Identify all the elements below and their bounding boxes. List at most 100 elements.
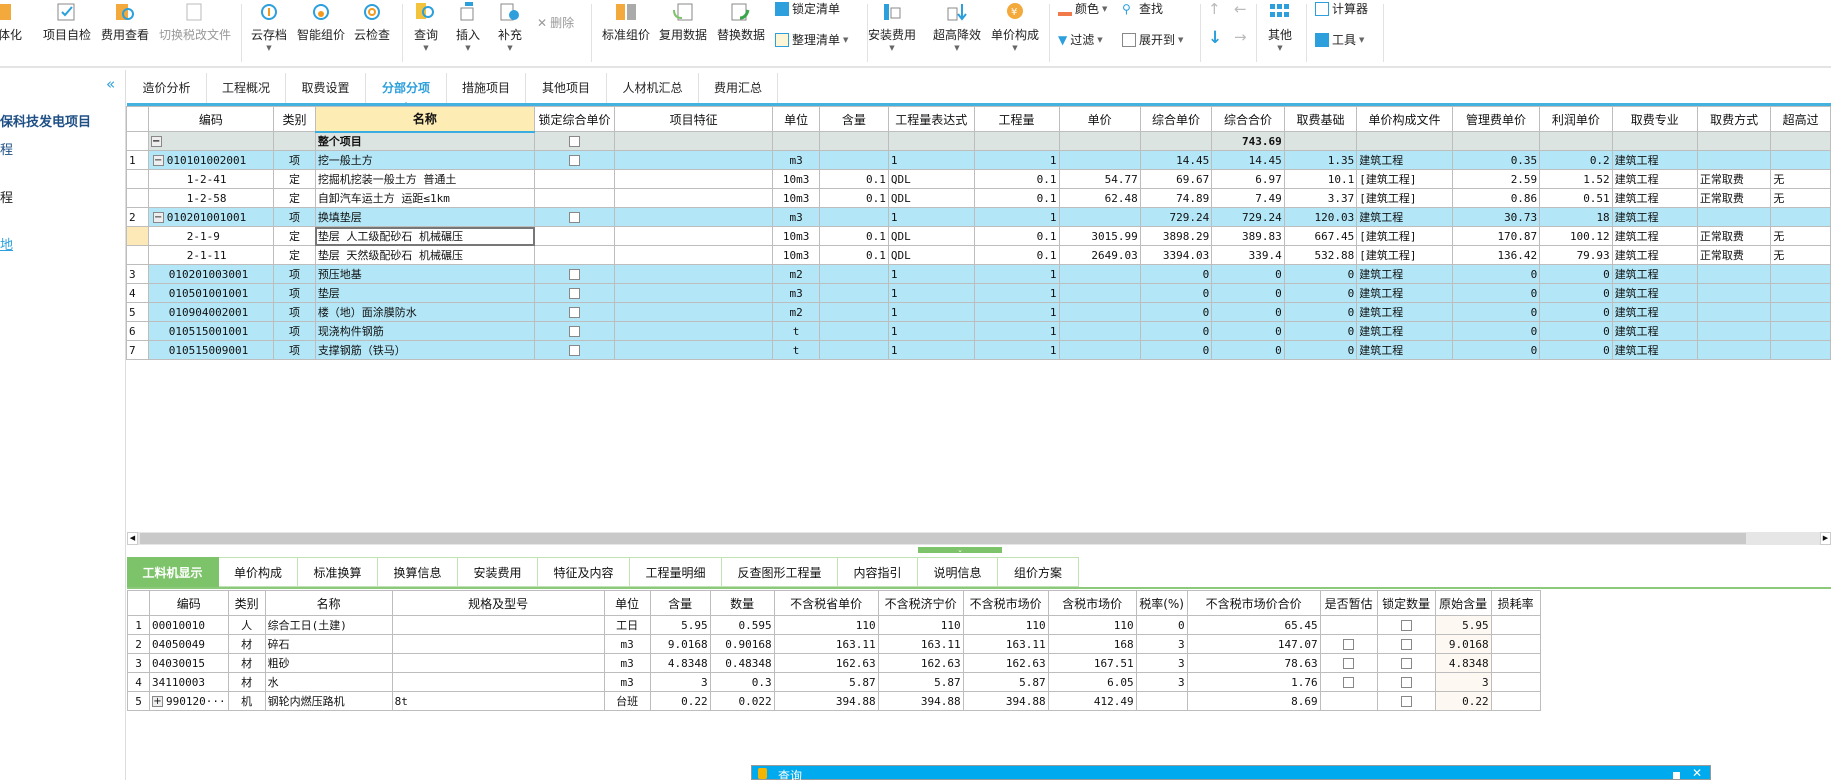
column-header[interactable]: 税率(%) — [1135, 590, 1188, 616]
smart-pricing-button[interactable]: 智能组价 — [297, 0, 345, 43]
column-header[interactable]: 工程量表达式 — [887, 106, 975, 132]
code-cell[interactable]: 010515009001 — [147, 340, 275, 360]
tab-unit-price-composition[interactable]: 单价构成 — [219, 557, 298, 587]
checkbox[interactable] — [1400, 620, 1412, 631]
table-row[interactable]: 2-1-11 定垫层 天然级配砂石 机械碾压 10m3 0.1 QDL 0.1 2649.0… — [126, 245, 1831, 265]
calculator-button[interactable]: 计算器 — [1315, 0, 1368, 17]
column-header[interactable]: 编码 — [149, 590, 229, 616]
cost-view-button[interactable]: 费用查看 — [101, 0, 149, 43]
column-header[interactable]: 单价构成文件 — [1356, 106, 1453, 132]
tab-labor-material-summary[interactable]: 人材机汇总 — [607, 73, 699, 103]
column-header[interactable]: 不含税市场价 — [962, 590, 1049, 616]
code-cell[interactable]: 00010010 — [149, 615, 229, 635]
checkbox[interactable] — [569, 155, 580, 166]
move-left-button[interactable]: ← — [1234, 0, 1247, 18]
project-check-button[interactable]: 项目自检 — [43, 0, 91, 43]
column-header[interactable]: 综合合价 — [1211, 106, 1285, 132]
tab-conversion-info[interactable]: 换算信息 — [378, 557, 458, 587]
code-cell[interactable]: −010201001001 — [147, 207, 275, 227]
provisional-cell[interactable] — [1319, 634, 1378, 654]
column-header[interactable]: 是否暂估 — [1319, 590, 1378, 616]
checkbox[interactable] — [569, 269, 580, 280]
lock-price-cell[interactable] — [534, 264, 615, 284]
tab-graphic-quantity[interactable]: 反查图形工程量 — [722, 557, 838, 587]
column-header[interactable]: 取费方式 — [1696, 106, 1772, 132]
table-row[interactable]: 7 010515009001 项支撑钢筋（铁马） t 1 1 0 0 0 建筑工程 0 0 建筑工程 — [126, 340, 1831, 360]
provisional-cell[interactable] — [1319, 653, 1378, 673]
tab-cost-summary[interactable]: 费用汇总 — [699, 73, 778, 103]
lock-qty-cell[interactable] — [1376, 691, 1436, 711]
code-cell[interactable]: −010101002001 — [147, 150, 275, 170]
name-cell[interactable]: 现浇构件钢筋 — [314, 321, 536, 341]
column-header[interactable]: 工程量 — [973, 106, 1060, 132]
tab-cost-analysis[interactable]: 造价分析 — [127, 73, 207, 103]
code-cell[interactable]: 010201003001 — [147, 264, 275, 284]
code-cell[interactable]: +990120··· — [149, 691, 229, 711]
name-cell[interactable]: 水 — [264, 672, 393, 692]
integrate-button[interactable]: 体化 — [0, 0, 22, 43]
name-cell[interactable]: 钢轮内燃压路机 — [264, 691, 393, 711]
column-header[interactable]: 原始含量 — [1434, 590, 1492, 616]
table-row[interactable]: − 整个项目 743.69 — [126, 131, 1831, 151]
tab-install-cost[interactable]: 安装费用 — [458, 557, 538, 587]
spec-cell[interactable] — [391, 653, 605, 673]
spec-cell[interactable] — [391, 615, 605, 635]
name-cell[interactable]: 垫层 人工级配砂石 机械碾压 — [314, 226, 536, 246]
tax-switch-button[interactable]: 切换税改文件 — [159, 0, 231, 43]
checkbox[interactable] — [1343, 658, 1355, 669]
close-icon[interactable]: ✕ — [1692, 766, 1702, 780]
table-row[interactable]: 4 010501001001 项垫层 m3 1 1 0 0 0 建筑工程 0 0 建筑工程 — [126, 283, 1831, 303]
tab-measures[interactable]: 措施项目 — [447, 73, 526, 103]
checkbox[interactable] — [569, 212, 580, 223]
maximize-icon[interactable] — [1673, 772, 1680, 779]
scroll-left-icon[interactable]: ◀ — [127, 532, 138, 545]
name-cell[interactable]: 预压地基 — [314, 264, 536, 284]
column-header[interactable]: 不含税市场价合价 — [1186, 590, 1321, 616]
panel-splitter-handle[interactable]: ⌄ — [918, 547, 1002, 554]
tab-labor-material-display[interactable]: 工料机显示 — [127, 557, 219, 587]
table-row[interactable]: 2−010201001001 项换填垫层 m3 1 1 729.24 729.24 120.0… — [126, 207, 1831, 227]
lock-price-cell[interactable] — [534, 321, 615, 341]
column-header[interactable]: 含量 — [649, 590, 711, 616]
column-header[interactable]: 单位 — [603, 590, 651, 616]
column-header[interactable]: 项目特征 — [613, 106, 774, 132]
provisional-cell[interactable] — [1319, 672, 1378, 692]
collapse-sidebar-icon[interactable]: « — [106, 75, 115, 93]
column-header[interactable]: 管理费单价 — [1451, 106, 1541, 132]
tab-other-items[interactable]: 其他项目 — [526, 73, 607, 103]
column-header[interactable]: 含量 — [818, 106, 889, 132]
move-up-button[interactable]: ↑ — [1208, 0, 1221, 18]
cloud-save-button[interactable]: 云存档 ▼ — [251, 0, 287, 52]
column-header[interactable]: 取费专业 — [1611, 106, 1698, 132]
scroll-right-icon[interactable]: ▶ — [1820, 532, 1831, 545]
loss-rate-cell[interactable] — [1490, 672, 1541, 692]
horizontal-scrollbar[interactable]: ◀ ▶ — [127, 532, 1831, 545]
column-header[interactable]: 不含税济宁价 — [877, 590, 964, 616]
project-tree-item[interactable]: 程 — [0, 187, 13, 206]
color-button[interactable]: 颜色 ▼ — [1058, 0, 1107, 17]
lock-qty-cell[interactable] — [1376, 615, 1436, 635]
checkbox[interactable] — [569, 345, 580, 356]
name-cell[interactable]: 综合工日(土建) — [264, 615, 393, 635]
column-header[interactable]: 锁定综合单价 — [534, 106, 615, 132]
column-header[interactable]: 单价 — [1058, 106, 1141, 132]
name-cell[interactable]: 楼（地）面涂膜防水 — [314, 302, 536, 322]
tab-standard-conversion[interactable]: 标准换算 — [298, 557, 378, 587]
reuse-data-button[interactable]: 复用数据 — [659, 0, 707, 43]
checkbox[interactable] — [1400, 677, 1412, 688]
replace-data-button[interactable]: 替换数据 — [717, 0, 765, 43]
checkbox[interactable] — [569, 326, 580, 337]
spec-cell[interactable] — [391, 672, 605, 692]
table-row[interactable]: 3 04030015 材粗砂 m3 4.8348 0.48348 162.63 162.63 1… — [127, 653, 1541, 673]
column-header[interactable]: 规格及型号 — [391, 590, 605, 616]
code-cell[interactable]: − — [147, 131, 275, 151]
tab-project-overview[interactable]: 工程概况 — [207, 73, 286, 103]
lock-price-cell[interactable] — [534, 188, 615, 208]
table-row[interactable]: 1-2-41 定挖掘机挖装一般土方 普通土 10m3 0.1 QDL 0.1 54.77 69… — [126, 169, 1831, 189]
spec-cell[interactable]: 8t — [391, 691, 605, 711]
tab-features-content[interactable]: 特征及内容 — [538, 557, 630, 587]
column-header[interactable]: 编码 — [147, 106, 275, 132]
checkbox[interactable] — [1400, 658, 1412, 669]
collapse-toggle-icon[interactable]: − — [152, 155, 164, 166]
tab-fee-settings[interactable]: 取费设置 — [286, 73, 366, 103]
